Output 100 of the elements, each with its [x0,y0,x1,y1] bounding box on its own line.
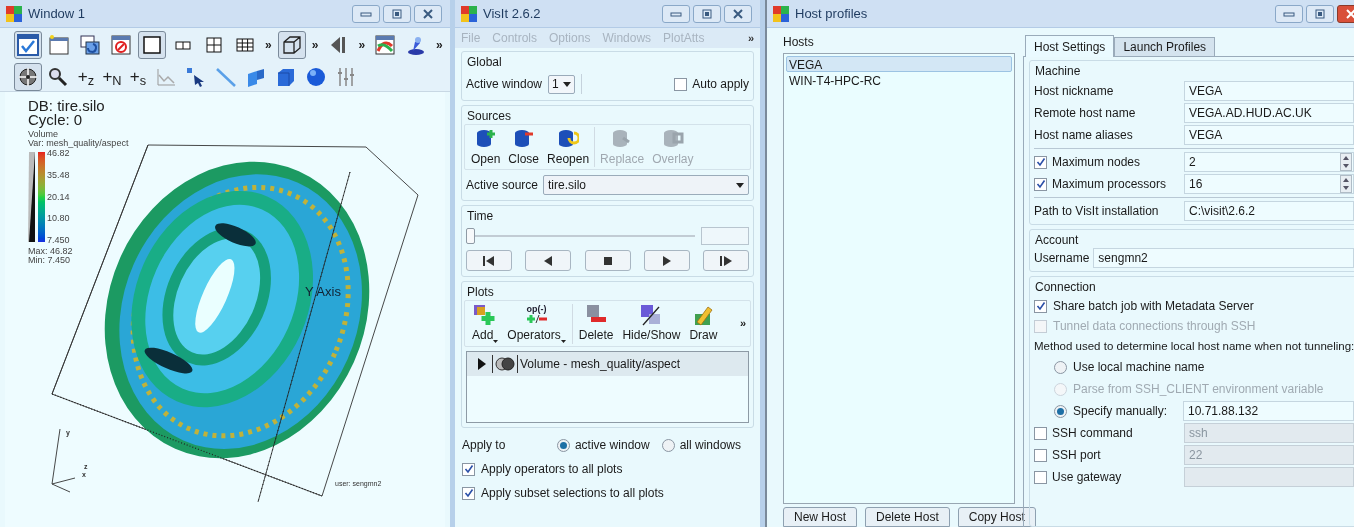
play-icon [661,255,672,266]
new-window-icon [48,34,70,56]
tool-button[interactable]: +$_{s}$ [126,63,150,90]
plot-button[interactable]: Draw [686,301,721,346]
push-button[interactable]: Delete Host [865,507,950,527]
source-button[interactable]: Open [468,125,504,169]
playback-button[interactable] [703,250,749,271]
playback-button[interactable] [643,250,690,271]
text-field[interactable]: sengmn2 [1093,248,1354,268]
host-list-item[interactable]: VEGA [786,56,1012,72]
color-palette-icon [374,34,397,56]
more-button[interactable]: » [308,36,322,54]
tool-button[interactable]: +$_{z}$ [74,63,98,90]
checkbox-label: Auto apply [692,76,749,93]
checkbox-label: Use gateway [1052,469,1122,486]
sphere-icon [305,65,327,88]
close-icon [732,8,744,19]
time-slider[interactable] [466,228,695,244]
radio-button[interactable] [661,438,675,452]
source-button[interactable]: Close [505,125,543,169]
checkbox-label: Apply subset selections to all plots [481,485,664,502]
radio-button[interactable] [1054,404,1067,418]
checkbox[interactable] [674,77,688,91]
step-back-icon [482,255,496,266]
collapsed-arrow-icon[interactable] [477,358,487,370]
playback-button[interactable] [466,250,512,271]
tab[interactable]: Host Settings [1025,35,1115,57]
plot-label: Volume - mesh_quality/aspect [520,356,681,373]
spin-box[interactable]: 16 [1184,174,1354,194]
text-field[interactable]: 10.71.88.132 [1183,401,1354,421]
field-label: Active source [466,177,539,194]
push-button[interactable]: New Host [783,507,857,527]
text-field[interactable]: VEGA [1184,125,1354,145]
checkbox[interactable] [1034,426,1047,440]
checkbox-label: Tunnel data connections through SSH [1053,318,1256,335]
tab[interactable]: Launch Profiles [1114,37,1216,56]
maximize-icon [391,8,403,19]
radio-label: Parse from SSH_CLIENT environment variable [1073,381,1324,398]
toolbar-button[interactable] [14,31,42,59]
checkbox[interactable] [1034,299,1047,313]
checkbox[interactable] [462,486,475,500]
close-button[interactable] [414,4,442,23]
group-title: Machine [1034,63,1082,79]
more-button[interactable]: » [262,36,275,54]
toolbar-button[interactable] [14,62,42,91]
toolbar-button[interactable] [277,31,306,59]
app-icon [461,5,477,22]
maximize-button[interactable] [383,4,411,23]
text-field[interactable]: C:\visit\2.6.2 [1184,201,1354,221]
database-overlay-icon [661,128,684,150]
more-button[interactable]: » [739,315,746,332]
field-label: Active window [466,76,543,93]
plot-button[interactable]: Hide/Show [619,301,684,346]
radio-button[interactable] [1054,360,1067,374]
sliders-icon [335,65,357,88]
more-button[interactable]: » [747,29,754,47]
step-forward-icon [719,255,733,266]
plot-button[interactable]: Delete [575,301,617,346]
toolbar-button[interactable] [138,31,166,59]
checked-window-icon [17,34,39,56]
group-title: Connection [1034,279,1097,295]
plot-button[interactable]: op(-) Operators [504,301,569,346]
text-field[interactable] [1184,467,1354,487]
source-button[interactable]: Reopen [544,125,593,169]
text-field[interactable]: VEGA.AD.HUD.AC.UK [1184,103,1354,123]
four-pane-layout-icon [206,37,222,53]
minimize-icon [670,9,682,18]
more-button[interactable]: » [355,36,369,54]
playback-button[interactable] [525,250,572,271]
push-button[interactable]: Copy Host [957,507,1036,527]
time-field[interactable] [701,227,749,245]
spinner-arrows-icon[interactable] [1340,153,1353,171]
host-list-item[interactable]: WIN-T4-HPC-RC [786,72,1012,88]
database-plus-icon [474,128,497,150]
spinner-arrows-icon[interactable] [1340,175,1353,193]
tool-button[interactable]: +$_{N}$ [100,63,124,90]
text-field[interactable]: VEGA [1184,81,1354,101]
radio-button[interactable] [556,438,570,452]
checkbox[interactable] [462,462,475,476]
plot-button[interactable]: Add [469,301,502,346]
checkbox[interactable] [1034,470,1047,484]
more-button[interactable]: » [433,36,446,54]
checkbox[interactable] [1034,155,1047,169]
window-title: VisIt 2.6.2 [483,4,542,23]
maximize-button[interactable] [693,4,721,23]
hosts-list[interactable]: VEGA WIN-T4-HPC-RC [783,53,1015,504]
spin-box[interactable]: 2 [1184,152,1354,172]
checkbox[interactable] [1034,448,1047,462]
slider-thumb[interactable] [466,228,475,244]
maximize-button[interactable] [1306,4,1335,23]
window-stack-icon [79,34,101,56]
playback-button[interactable] [584,250,631,271]
database-refresh-icon [557,128,580,150]
plot-list[interactable]: Volume - mesh_quality/aspect [466,351,749,423]
checkbox[interactable] [1034,177,1047,191]
plot-list-item[interactable]: Volume - mesh_quality/aspect [467,352,748,376]
close-button[interactable] [724,4,752,23]
source-dropdown[interactable]: tire.silo [543,175,749,195]
minimize-icon [360,9,372,18]
window-dropdown[interactable]: 1 [548,74,575,94]
